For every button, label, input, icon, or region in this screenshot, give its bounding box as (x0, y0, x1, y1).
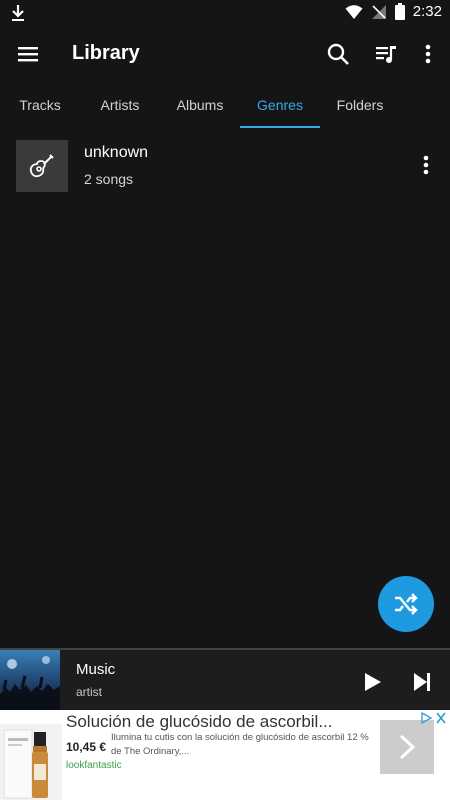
tab-albums[interactable]: Albums (160, 82, 240, 128)
no-signal-icon (371, 4, 386, 19)
mini-player[interactable]: Music artist (0, 648, 450, 712)
ad-brand: lookfantastic (66, 760, 122, 771)
genre-song-count: 2 songs (84, 171, 134, 187)
skip-next-icon[interactable] (410, 670, 434, 694)
page-title: Library (72, 42, 140, 64)
download-icon (12, 5, 24, 21)
tab-artists[interactable]: Artists (80, 82, 160, 128)
genre-name: unknown (84, 144, 149, 161)
library-tabs: Tracks Artists Albums Genres Folders (0, 82, 450, 128)
ad-product-image (0, 724, 62, 800)
app-bar: Library (0, 26, 450, 82)
wifi-icon (345, 4, 363, 19)
guitar-icon (29, 154, 54, 178)
track-artist: artist (76, 685, 103, 699)
queue-music-icon[interactable] (372, 40, 400, 68)
genre-thumbnail (16, 140, 68, 192)
ad-price: 10,45 € (66, 740, 107, 754)
more-vert-icon[interactable] (418, 154, 434, 176)
track-title: Music (76, 661, 116, 678)
ad-banner[interactable]: Solución de glucósido de ascorbil... 10,… (0, 710, 450, 800)
status-bar: 2:32 (0, 0, 450, 26)
album-art (0, 650, 60, 712)
chevron-right-icon (399, 734, 416, 760)
shuffle-icon (395, 593, 418, 615)
list-item[interactable]: unknown 2 songs (0, 136, 450, 196)
adchoices-icon[interactable] (419, 712, 433, 724)
active-tab-indicator (240, 126, 320, 128)
tab-tracks[interactable]: Tracks (0, 82, 80, 128)
ad-open-button[interactable] (380, 720, 434, 774)
ad-headline[interactable]: Solución de glucósido de ascorbil... (66, 712, 366, 732)
play-icon[interactable] (360, 670, 384, 694)
ad-description: Ilumina tu cutis con la solución de gluc… (111, 732, 369, 757)
status-time: 2:32 (412, 3, 442, 20)
search-icon[interactable] (324, 40, 352, 68)
close-icon[interactable] (434, 712, 448, 724)
menu-icon[interactable] (16, 42, 40, 66)
tab-folders[interactable]: Folders (320, 82, 400, 128)
shuffle-button[interactable] (378, 576, 434, 632)
more-vert-icon[interactable] (414, 40, 442, 68)
tab-genres[interactable]: Genres (240, 82, 320, 128)
battery-icon (394, 3, 405, 20)
